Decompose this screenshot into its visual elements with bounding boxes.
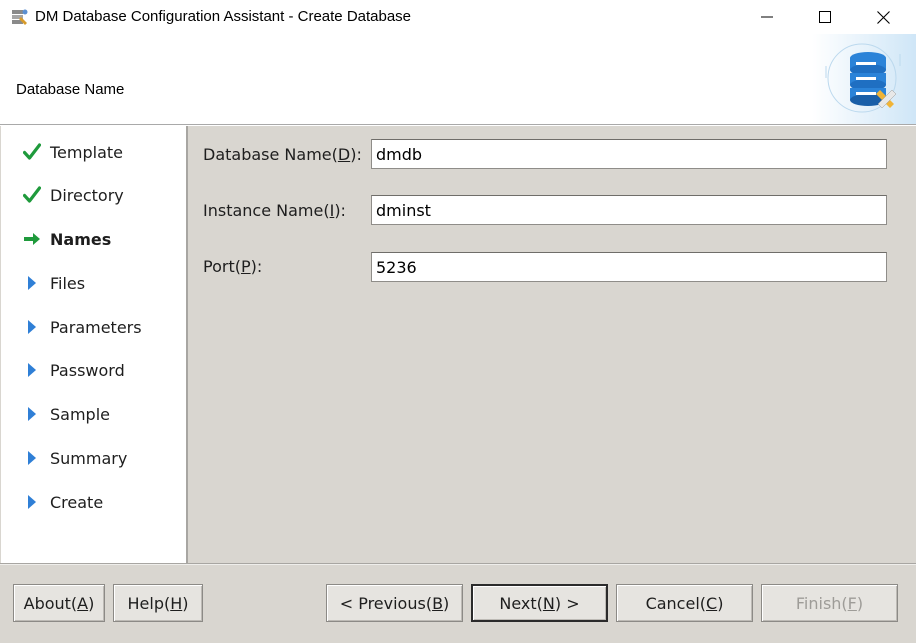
minimize-button[interactable] bbox=[738, 0, 796, 34]
triangle-right-icon bbox=[21, 491, 43, 513]
nav-item-label: Sample bbox=[50, 404, 110, 424]
nav-item-sample[interactable]: Sample bbox=[21, 403, 110, 425]
previous-button[interactable]: < Previous(B) bbox=[326, 584, 463, 622]
title-bar: DM Database Configuration Assistant - Cr… bbox=[0, 0, 916, 34]
nav-item-template[interactable]: Template bbox=[21, 141, 123, 163]
triangle-right-icon bbox=[21, 272, 43, 294]
wizard-header: Database Name bbox=[0, 34, 916, 124]
window-title: DM Database Configuration Assistant - Cr… bbox=[35, 8, 412, 25]
maximize-icon bbox=[819, 11, 831, 23]
arrow-right-icon bbox=[21, 228, 43, 250]
cancel-button[interactable]: Cancel(C) bbox=[616, 584, 753, 622]
nav-item-label: Parameters bbox=[50, 317, 142, 337]
nav-item-create[interactable]: Create bbox=[21, 491, 103, 513]
about-button[interactable]: About(A) bbox=[13, 584, 105, 622]
nav-item-password[interactable]: Password bbox=[21, 359, 125, 381]
nav-item-label: Summary bbox=[50, 448, 128, 468]
nav-item-directory[interactable]: Directory bbox=[21, 184, 124, 206]
instance-name-label: Instance Name(I): bbox=[203, 201, 346, 220]
close-icon bbox=[876, 10, 890, 24]
nav-item-parameters[interactable]: Parameters bbox=[21, 316, 142, 338]
finish-button[interactable]: Finish(F) bbox=[761, 584, 898, 622]
step-title: Database Name bbox=[16, 81, 125, 98]
nav-item-label: Template bbox=[50, 142, 124, 162]
triangle-right-icon bbox=[21, 316, 43, 338]
database-name-label: Database Name(D): bbox=[203, 145, 362, 164]
nav-item-summary[interactable]: Summary bbox=[21, 447, 127, 469]
nav-item-names[interactable]: Names bbox=[21, 228, 111, 250]
nav-item-label: Directory bbox=[50, 185, 124, 205]
check-icon bbox=[21, 184, 43, 206]
port-input[interactable] bbox=[371, 252, 887, 282]
nav-item-label: Create bbox=[50, 492, 104, 512]
nav-item-label: Files bbox=[50, 273, 86, 293]
step-navigation: Template Directory Names Files Parameter… bbox=[1, 126, 188, 563]
next-button[interactable]: Next(N) > bbox=[471, 584, 608, 622]
instance-name-input[interactable] bbox=[371, 195, 887, 225]
check-icon bbox=[21, 141, 43, 163]
close-button[interactable] bbox=[854, 0, 912, 34]
port-label: Port(P): bbox=[203, 257, 263, 276]
maximize-button[interactable] bbox=[796, 0, 854, 34]
database-name-input[interactable] bbox=[371, 139, 887, 169]
triangle-right-icon bbox=[21, 447, 43, 469]
triangle-right-icon bbox=[21, 403, 43, 425]
nav-item-label: Names bbox=[50, 229, 112, 249]
nav-item-files[interactable]: Files bbox=[21, 272, 85, 294]
triangle-right-icon bbox=[21, 359, 43, 381]
database-settings-icon bbox=[812, 34, 916, 124]
help-button[interactable]: Help(H) bbox=[113, 584, 203, 622]
names-form: Database Name(D): Instance Name(I): Port… bbox=[190, 126, 916, 563]
dm-app-icon bbox=[12, 9, 28, 25]
nav-item-label: Password bbox=[50, 360, 125, 380]
wizard-body: Template Directory Names Files Parameter… bbox=[0, 126, 916, 643]
footer-divider bbox=[0, 563, 916, 565]
minimize-icon bbox=[761, 16, 773, 18]
